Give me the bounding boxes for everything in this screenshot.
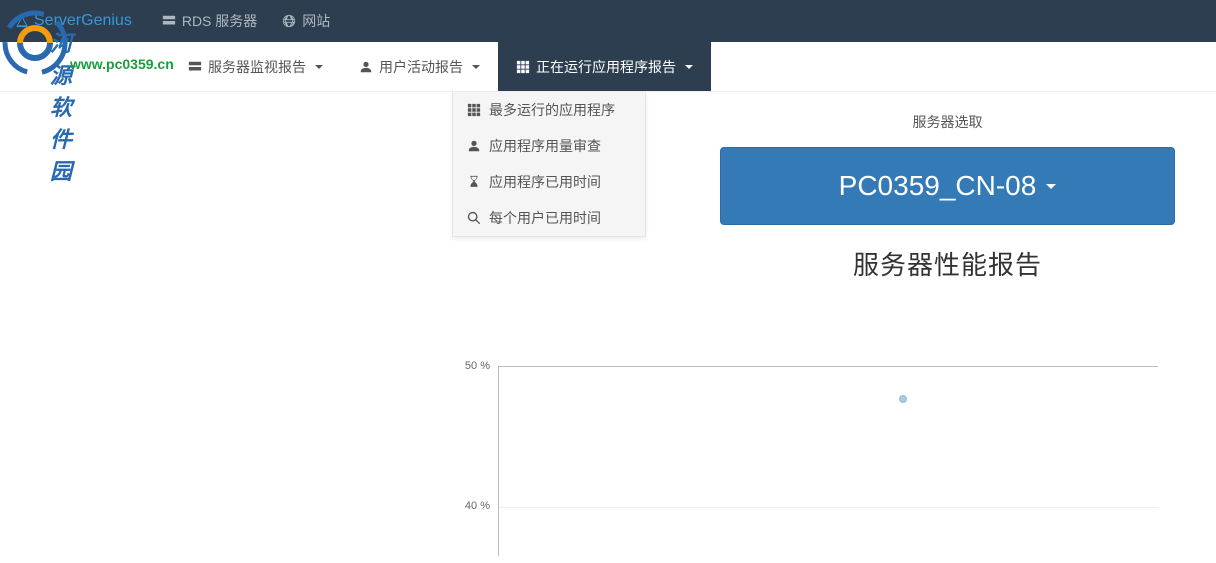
server-name: PC0359_CN-08 — [839, 170, 1037, 202]
search-icon — [467, 211, 481, 225]
dropdown-most-run-label: 最多运行的应用程序 — [489, 100, 615, 120]
performance-chart: 50 % 40 % — [450, 360, 1170, 560]
dropdown-per-user-time-label: 每个用户已用时间 — [489, 208, 601, 228]
brand[interactable]: ServerGenius — [15, 12, 132, 30]
globe-icon — [282, 14, 296, 28]
sub-nav: 服务器监视报告 用户活动报告 正在运行应用程序报告 — [0, 42, 1216, 92]
user-icon — [359, 60, 373, 74]
flask-icon — [15, 14, 29, 28]
chevron-down-icon — [315, 65, 323, 69]
tab-running-app[interactable]: 正在运行应用程序报告 — [498, 42, 711, 91]
chart-data-point — [899, 395, 907, 403]
running-app-dropdown: 最多运行的应用程序 应用程序用量审查 应用程序已用时间 每个用户已用时间 — [452, 92, 646, 237]
tab-server-monitor-label: 服务器监视报告 — [208, 57, 306, 77]
report-title: 服务器性能报告 — [720, 245, 1175, 282]
user-icon — [467, 139, 481, 153]
y-tick-40: 40 % — [450, 500, 490, 512]
grid-icon — [467, 103, 481, 117]
dropdown-most-run[interactable]: 最多运行的应用程序 — [453, 92, 645, 128]
nav-website-label: 网站 — [302, 11, 330, 31]
dropdown-usage-audit[interactable]: 应用程序用量审查 — [453, 128, 645, 164]
dropdown-used-time-label: 应用程序已用时间 — [489, 172, 601, 192]
chevron-down-icon — [685, 65, 693, 69]
tab-user-activity[interactable]: 用户活动报告 — [341, 42, 498, 91]
server-icon — [162, 14, 176, 28]
grid-icon — [516, 60, 530, 74]
chart-gridline — [499, 507, 1158, 508]
dropdown-per-user-time[interactable]: 每个用户已用时间 — [453, 200, 645, 236]
nav-rds-server[interactable]: RDS 服务器 — [162, 11, 257, 31]
tab-running-app-label: 正在运行应用程序报告 — [536, 57, 676, 77]
nav-rds-label: RDS 服务器 — [182, 11, 257, 31]
brand-text: ServerGenius — [34, 12, 132, 30]
top-nav: ServerGenius RDS 服务器 网站 — [0, 0, 1216, 42]
chart-plot-area — [498, 366, 1158, 556]
chevron-down-icon — [472, 65, 480, 69]
server-select-button[interactable]: PC0359_CN-08 — [720, 147, 1175, 225]
server-select-label: 服务器选取 — [720, 112, 1175, 132]
nav-website[interactable]: 网站 — [282, 11, 330, 31]
dropdown-usage-audit-label: 应用程序用量审查 — [489, 136, 601, 156]
server-icon — [188, 60, 202, 74]
chevron-down-icon — [1046, 184, 1056, 189]
hourglass-icon — [467, 175, 481, 189]
dropdown-used-time[interactable]: 应用程序已用时间 — [453, 164, 645, 200]
y-tick-50: 50 % — [450, 360, 490, 372]
tab-server-monitor[interactable]: 服务器监视报告 — [170, 42, 341, 91]
tab-user-activity-label: 用户活动报告 — [379, 57, 463, 77]
